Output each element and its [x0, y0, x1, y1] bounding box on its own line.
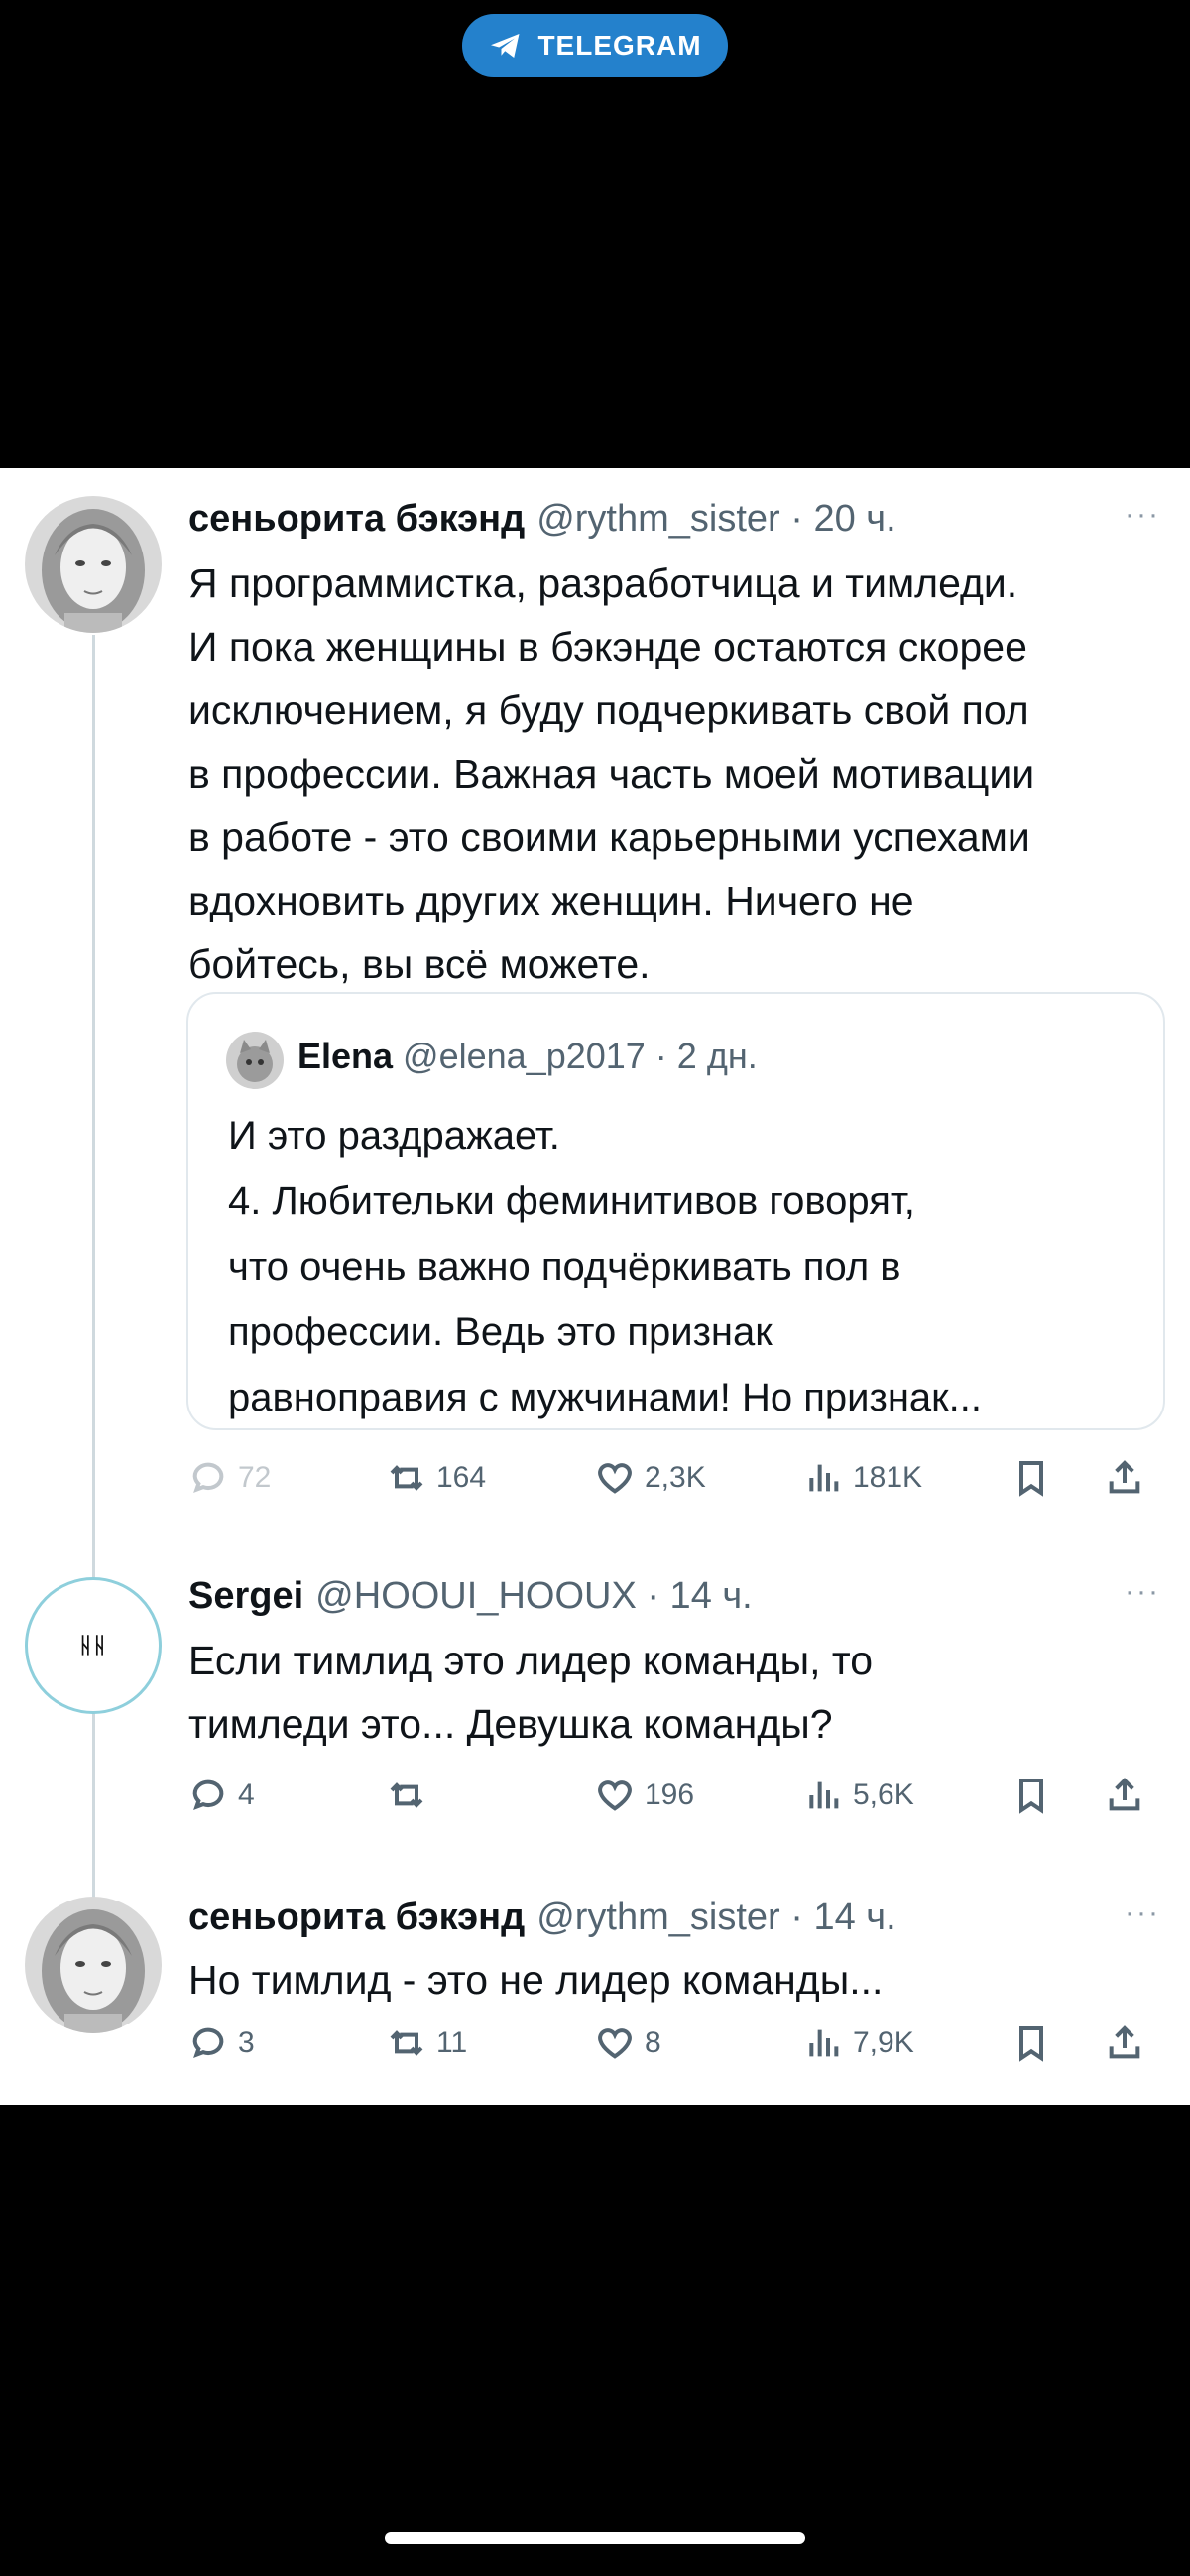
- reply-button[interactable]: 72: [188, 1458, 271, 1498]
- reply-icon: [192, 2027, 224, 2059]
- retweet-icon: [390, 1465, 423, 1491]
- avatar[interactable]: [25, 1897, 162, 2033]
- share-button[interactable]: [1105, 1776, 1144, 1815]
- author-name[interactable]: сеньорита бэкэнд: [188, 1897, 525, 1939]
- author-name[interactable]: сеньорита бэкэнд: [188, 498, 525, 541]
- like-count: 8: [645, 2026, 661, 2059]
- author-handle[interactable]: @rythm_sister · 20 ч.: [536, 498, 895, 541]
- bookmark-icon: [1019, 1461, 1043, 1497]
- heart-icon: [598, 1780, 632, 1811]
- views-button[interactable]: 5,6K: [803, 1776, 914, 1815]
- tweet-text: Но тимлид - это не лидер команды...: [188, 1948, 1170, 2012]
- quote-text-line: профессии. Ведь это признак: [228, 1310, 773, 1354]
- tweet-header: Sergei @HOOUI_HOOUX · 14 ч.: [188, 1575, 753, 1618]
- tweet-text-line: в профессии. Важная часть моей мотивации: [188, 751, 1035, 797]
- reply-count: 3: [238, 2026, 255, 2059]
- bookmark-button[interactable]: [1012, 1776, 1051, 1815]
- views-count: 181K: [853, 1461, 923, 1494]
- bookmark-icon: [1019, 2026, 1043, 2062]
- home-indicator[interactable]: [385, 2532, 805, 2544]
- share-icon: [1109, 1460, 1140, 1494]
- quote-text-line: равноправия с мужчинами! Но признак...: [228, 1376, 983, 1419]
- views-icon: [809, 2029, 839, 2057]
- views-button[interactable]: 7,9K: [803, 2024, 914, 2063]
- retweet-button[interactable]: 11: [387, 2024, 467, 2063]
- tweet-text: Если тимлид это лидер команды, то тимлед…: [188, 1629, 1170, 1756]
- tweet-text-line: Я программистка, разработчица и тимледи.: [188, 560, 1018, 606]
- tweet-text: Я программистка, разработчица и тимледи.…: [188, 552, 1170, 996]
- thread-line: [92, 635, 95, 2033]
- tweet-text-line: тимледи это... Девушка команды?: [188, 1701, 833, 1747]
- tweet-thread: сеньорита бэкэнд @rythm_sister · 20 ч. ·…: [0, 468, 1190, 2105]
- bookmark-icon: [1019, 1779, 1043, 1814]
- reply-icon: [192, 1779, 224, 1811]
- heart-icon: [598, 2028, 632, 2059]
- retweet-count: 11: [436, 2026, 468, 2059]
- views-icon: [809, 1464, 839, 1492]
- tweet-text-line: в работе - это своими карьерными успехам…: [188, 814, 1030, 860]
- views-icon: [809, 1781, 839, 1809]
- quote-author-handle[interactable]: @elena_p2017 · 2 дн.: [403, 1036, 758, 1077]
- like-count: 196: [645, 1779, 695, 1811]
- reply-icon: [192, 1462, 224, 1494]
- cat-avatar-icon: [226, 1032, 284, 1089]
- telegram-badge[interactable]: TELEGRAM: [462, 14, 728, 77]
- heart-icon: [598, 1463, 632, 1494]
- share-button[interactable]: [1105, 1458, 1144, 1498]
- quote-text-line: что очень важно подчёркивать пол в: [228, 1245, 901, 1288]
- views-count: 7,9K: [853, 2026, 914, 2059]
- tweet-text-line: бойтесь, вы всё можете.: [188, 941, 651, 987]
- reply-count: 72: [238, 1461, 272, 1494]
- reply-button[interactable]: 3: [188, 2024, 255, 2063]
- tweet-actions: 3 11 8 7,9K: [188, 2024, 1170, 2073]
- retweet-icon: [390, 1782, 423, 1808]
- reply-count: 4: [238, 1779, 255, 1811]
- retweet-button[interactable]: [387, 1776, 436, 1815]
- tweet-text-line: вдохновить других женщин. Ничего не: [188, 878, 914, 923]
- retweet-icon: [390, 2030, 423, 2056]
- like-button[interactable]: 2,3K: [595, 1458, 706, 1498]
- like-count: 2,3K: [645, 1461, 706, 1494]
- quote-text-line: 4. Любительки феминитивов говорят,: [228, 1179, 915, 1223]
- author-name[interactable]: Sergei: [188, 1575, 303, 1618]
- quote-text-line: И это раздражает.: [228, 1114, 560, 1158]
- share-icon: [1109, 1778, 1140, 1811]
- woman-portrait-icon: [25, 496, 162, 633]
- quote-avatar: [226, 1032, 284, 1089]
- views-button[interactable]: 181K: [803, 1458, 922, 1498]
- share-icon: [1109, 2025, 1140, 2059]
- tweet-text-line: И пока женщины в бэкэнде остаются скорее: [188, 624, 1027, 670]
- more-options-icon[interactable]: ···: [1125, 1575, 1160, 1609]
- quoted-tweet[interactable]: Elena @elena_p2017 · 2 дн. И это раздраж…: [186, 992, 1165, 1430]
- tweet-text-line: Если тимлид это лидер команды, то: [188, 1638, 874, 1683]
- more-options-icon[interactable]: ···: [1125, 1897, 1160, 1930]
- telegram-plane-icon: [491, 34, 520, 58]
- more-options-icon[interactable]: ···: [1125, 498, 1160, 532]
- tweet-text-line: исключением, я буду подчеркивать свой по…: [188, 687, 1029, 733]
- tweet-actions: 4 196 5,6K: [188, 1776, 1170, 1825]
- reply-button[interactable]: 4: [188, 1776, 255, 1815]
- quote-author-name[interactable]: Elena: [298, 1036, 393, 1077]
- retweet-count: 164: [436, 1461, 487, 1494]
- tweet-actions: 72 164 2,3K 181K: [188, 1458, 1170, 1508]
- quote-text: И это раздражает. 4. Любительки феминити…: [228, 1103, 982, 1430]
- tweet-header: сеньорита бэкэнд @rythm_sister · 20 ч.: [188, 498, 896, 541]
- avatar[interactable]: ᚺᚺ: [25, 1577, 162, 1714]
- tweet-text-line: Но тимлид - это не лидер команды...: [188, 1957, 884, 2003]
- share-button[interactable]: [1105, 2024, 1144, 2063]
- views-count: 5,6K: [853, 1779, 914, 1811]
- quote-header: Elena @elena_p2017 · 2 дн.: [298, 1036, 758, 1077]
- like-button[interactable]: 196: [595, 1776, 694, 1815]
- avatar[interactable]: [25, 496, 162, 633]
- retweet-button[interactable]: 164: [387, 1458, 486, 1498]
- bookmark-button[interactable]: [1012, 2024, 1051, 2063]
- tweet-header: сеньорита бэкэнд @rythm_sister · 14 ч.: [188, 1897, 896, 1939]
- telegram-label: TELEGRAM: [537, 30, 702, 61]
- author-handle[interactable]: @rythm_sister · 14 ч.: [536, 1897, 895, 1939]
- like-button[interactable]: 8: [595, 2024, 661, 2063]
- bookmark-button[interactable]: [1012, 1458, 1051, 1498]
- woman-portrait-icon: [25, 1897, 162, 2033]
- author-handle[interactable]: @HOOUI_HOOUX · 14 ч.: [315, 1575, 753, 1618]
